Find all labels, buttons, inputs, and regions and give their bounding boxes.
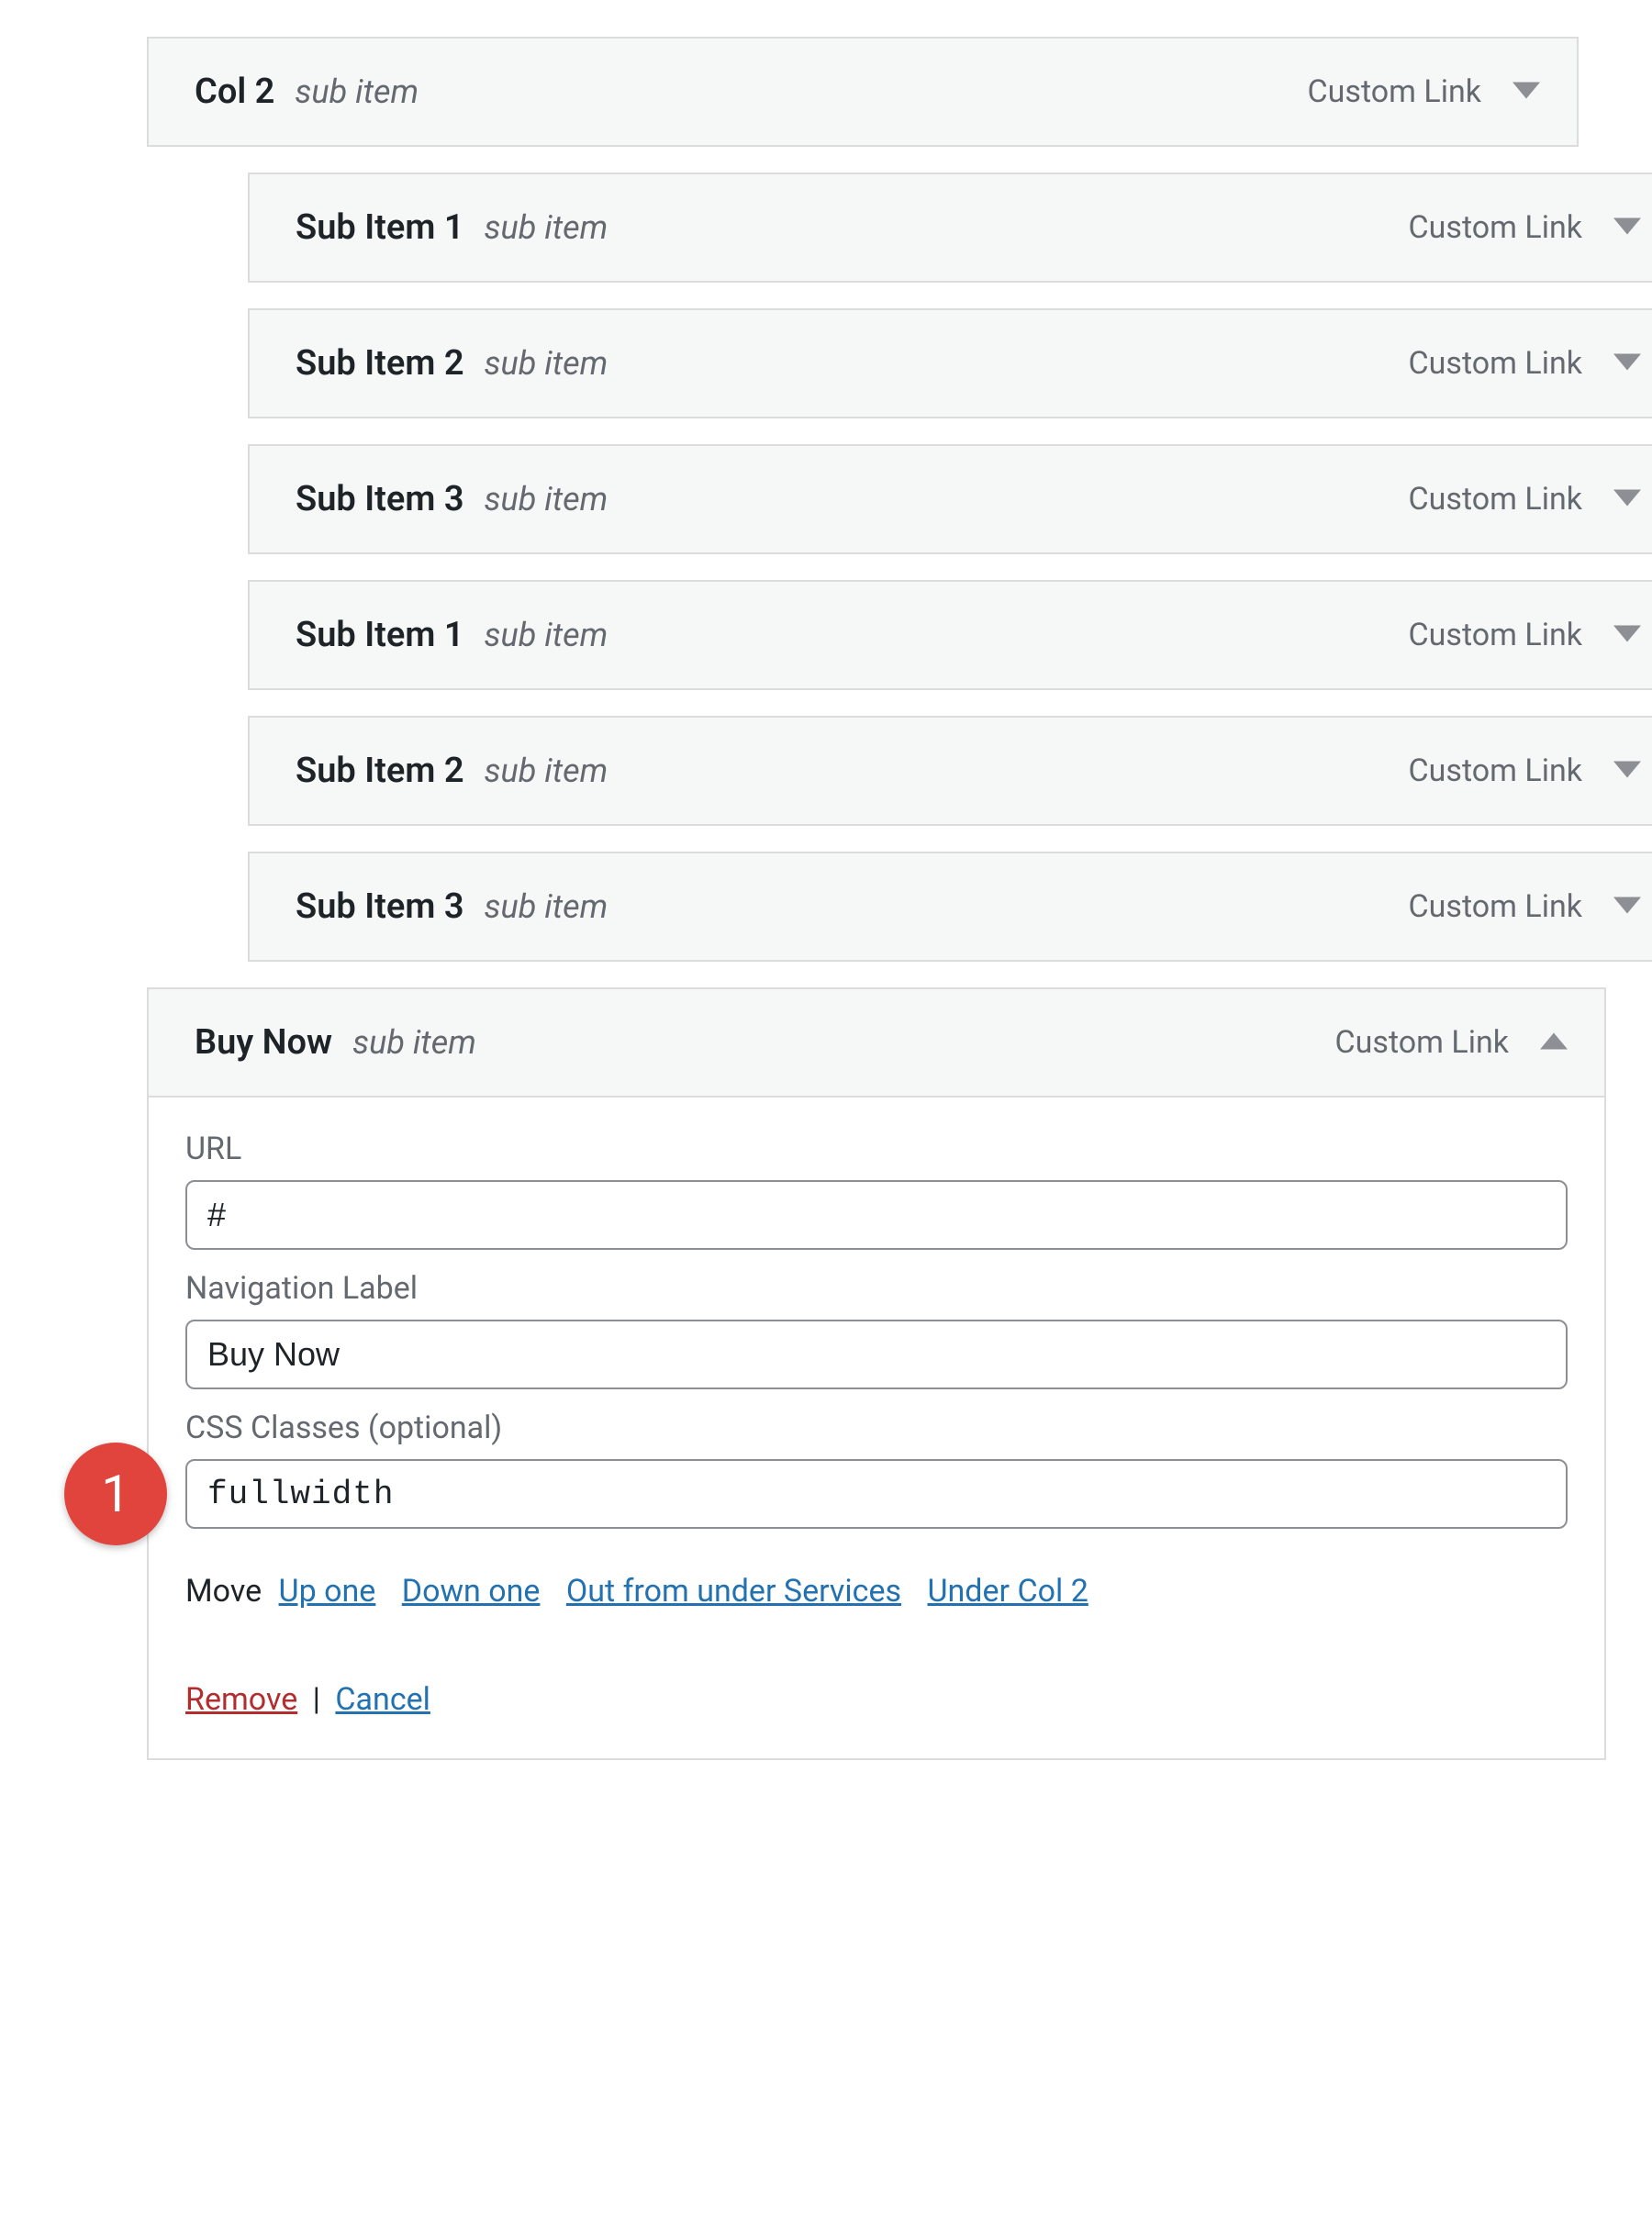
menu-item-sub1a[interactable]: Sub Item 1 sub item Custom Link	[248, 173, 1652, 283]
menu-item-linktype: Custom Link	[1409, 617, 1582, 653]
css-classes-input[interactable]	[185, 1459, 1568, 1529]
menu-item-title: Sub Item 3	[296, 479, 464, 519]
menu-item-subtype: sub item	[352, 1023, 476, 1062]
menu-item-linktype: Custom Link	[1409, 345, 1582, 382]
menu-item-subtype: sub item	[485, 616, 608, 654]
separator: |	[313, 1681, 320, 1718]
nav-label-label: Navigation Label	[185, 1270, 1568, 1307]
chevron-down-icon[interactable]	[1613, 353, 1641, 373]
menu-item-subtype: sub item	[295, 72, 419, 111]
menu-item-sub1b[interactable]: Sub Item 1 sub item Custom Link	[248, 580, 1652, 690]
menu-item-linktype: Custom Link	[1335, 1024, 1509, 1061]
remove-link[interactable]: Remove	[185, 1681, 297, 1718]
url-input[interactable]	[185, 1180, 1568, 1250]
menu-item-buynow[interactable]: Buy Now sub item Custom Link	[147, 987, 1606, 1098]
annotation-badge-text: 1	[101, 1464, 129, 1524]
menu-item-title: Sub Item 3	[296, 886, 464, 927]
move-down-link[interactable]: Down one	[402, 1573, 541, 1610]
menu-item-subtype: sub item	[485, 752, 608, 790]
annotation-badge-1: 1	[64, 1443, 167, 1545]
menu-item-subtype: sub item	[485, 887, 608, 926]
menu-item-title: Sub Item 2	[296, 343, 464, 384]
menu-item-subtype: sub item	[485, 208, 608, 247]
menu-item-linktype: Custom Link	[1308, 73, 1481, 110]
menu-item-title: Sub Item 1	[296, 615, 464, 655]
menu-item-title: Sub Item 2	[296, 751, 464, 791]
menu-item-settings-panel: URL Navigation Label CSS Classes (option…	[147, 1098, 1606, 1760]
cancel-link[interactable]: Cancel	[335, 1681, 430, 1718]
move-out-link[interactable]: Out from under Services	[566, 1573, 901, 1610]
move-label: Move	[185, 1573, 262, 1610]
menu-item-sub2b[interactable]: Sub Item 2 sub item Custom Link	[248, 716, 1652, 826]
css-classes-label: CSS Classes (optional)	[185, 1410, 1568, 1446]
move-up-link[interactable]: Up one	[279, 1573, 376, 1610]
menu-item-linktype: Custom Link	[1409, 481, 1582, 518]
chevron-down-icon[interactable]	[1613, 489, 1641, 509]
chevron-up-icon[interactable]	[1540, 1032, 1568, 1053]
menu-item-linktype: Custom Link	[1409, 888, 1582, 925]
menu-item-sub3a[interactable]: Sub Item 3 sub item Custom Link	[248, 444, 1652, 554]
menu-item-linktype: Custom Link	[1409, 209, 1582, 246]
move-under-link[interactable]: Under Col 2	[927, 1573, 1088, 1610]
actions-row: Remove | Cancel	[185, 1681, 1568, 1718]
menu-item-title: Buy Now	[195, 1022, 332, 1063]
menu-item-linktype: Custom Link	[1409, 752, 1582, 789]
menu-item-title: Col 2	[195, 72, 274, 112]
menu-item-sub3b[interactable]: Sub Item 3 sub item Custom Link	[248, 852, 1652, 962]
move-row: Move Up one Down one Out from under Serv…	[185, 1573, 1568, 1610]
chevron-down-icon[interactable]	[1613, 625, 1641, 645]
menu-item-sub2a[interactable]: Sub Item 2 sub item Custom Link	[248, 308, 1652, 418]
url-label: URL	[185, 1131, 1568, 1167]
menu-item-subtype: sub item	[485, 344, 608, 383]
chevron-down-icon[interactable]	[1613, 761, 1641, 781]
menu-item-title: Sub Item 1	[296, 207, 464, 248]
chevron-down-icon[interactable]	[1512, 82, 1540, 102]
chevron-down-icon[interactable]	[1613, 897, 1641, 917]
menu-item-subtype: sub item	[485, 480, 608, 518]
chevron-down-icon[interactable]	[1613, 217, 1641, 238]
menu-item-col2[interactable]: Col 2 sub item Custom Link	[147, 37, 1579, 147]
nav-label-input[interactable]	[185, 1320, 1568, 1389]
